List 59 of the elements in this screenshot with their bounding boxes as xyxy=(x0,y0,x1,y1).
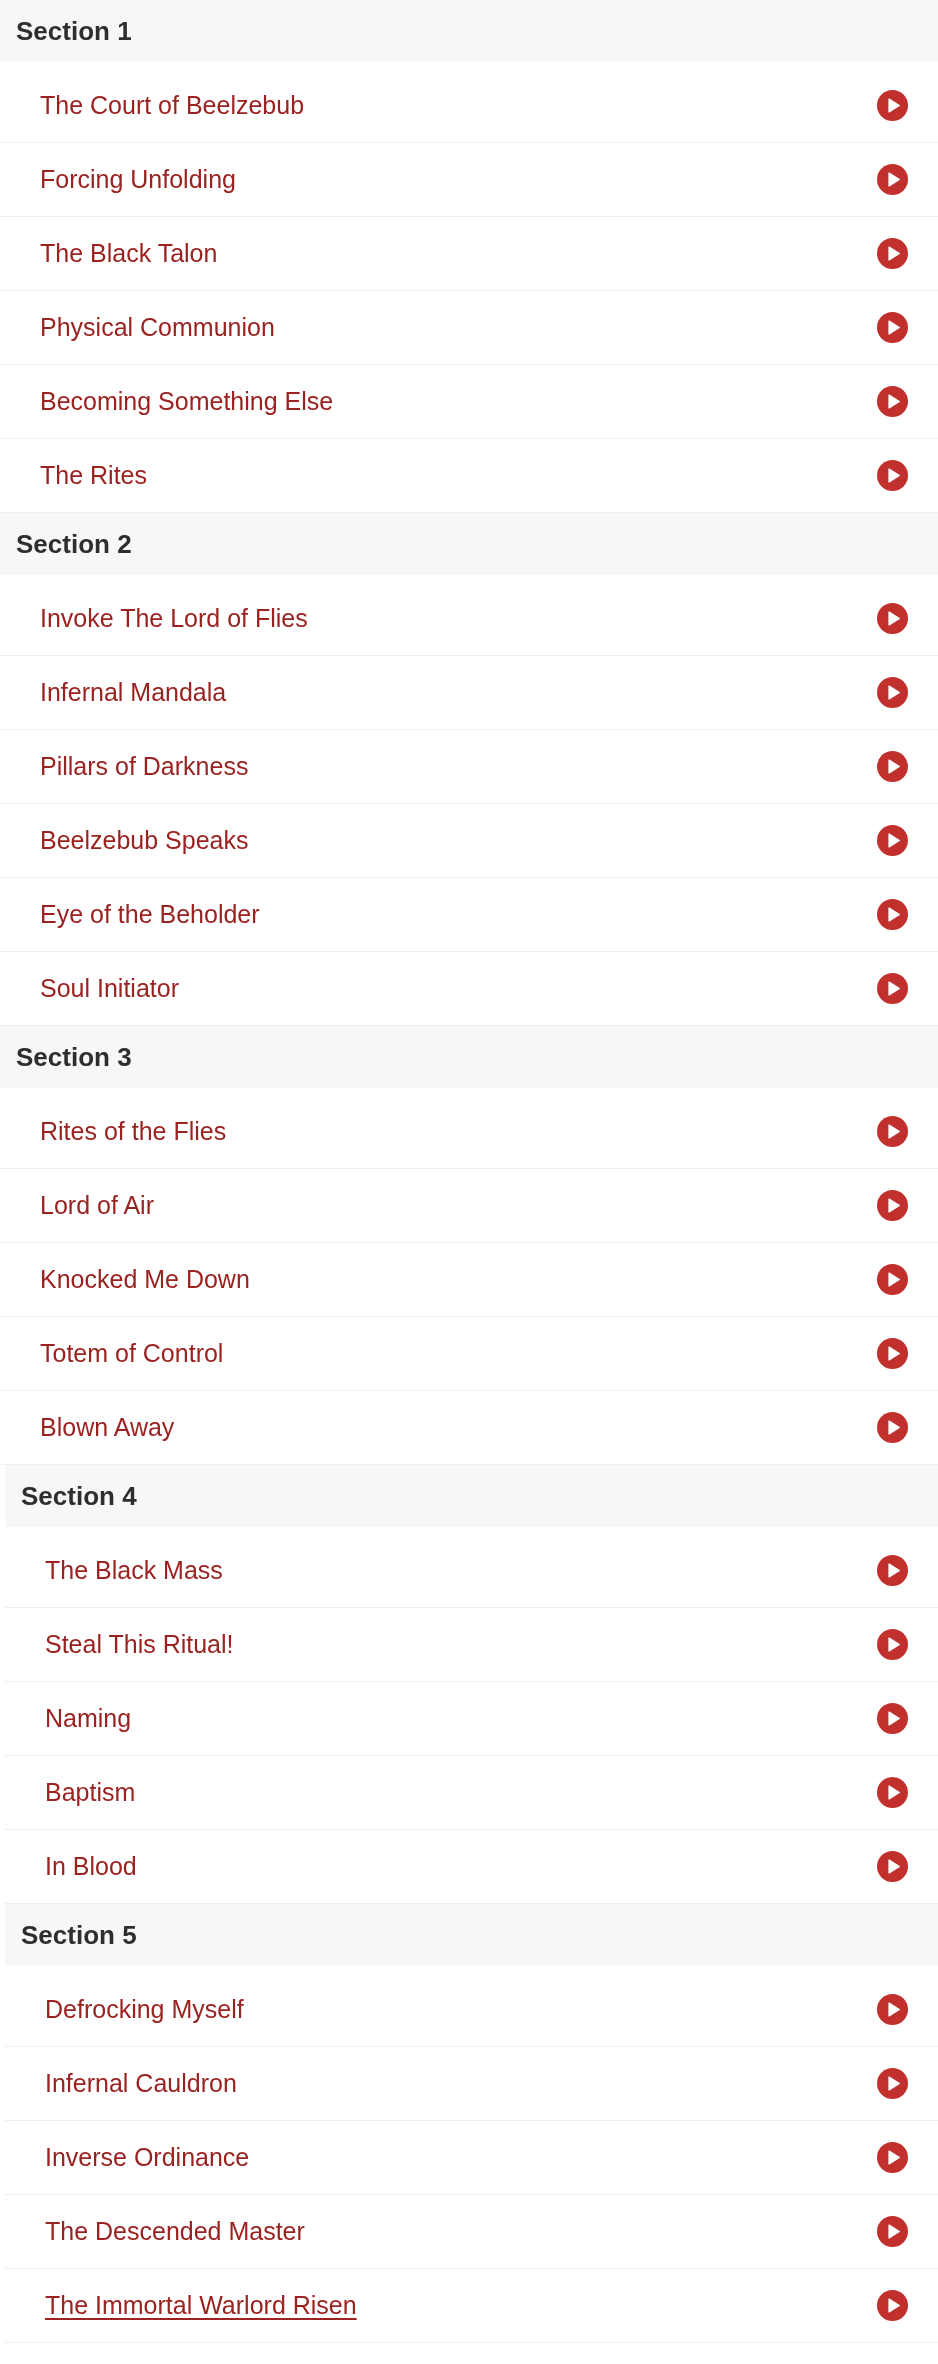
track-link[interactable]: Soul Initiator xyxy=(40,974,179,1003)
track-link[interactable]: Totem of Control xyxy=(40,1339,224,1368)
play-icon[interactable] xyxy=(877,2068,908,2099)
play-icon[interactable] xyxy=(877,312,908,343)
play-icon[interactable] xyxy=(877,973,908,1004)
track-link[interactable]: Rites of the Flies xyxy=(40,1117,227,1146)
track-link[interactable]: Infernal Cauldron xyxy=(45,2069,237,2098)
section-header: Section 4 xyxy=(5,1465,938,1527)
track-link[interactable]: Lord of Air xyxy=(40,1191,154,1220)
track-link[interactable]: Blown Away xyxy=(40,1413,175,1442)
track-link[interactable]: The Rites xyxy=(40,461,147,490)
play-icon[interactable] xyxy=(877,1338,908,1369)
play-icon[interactable] xyxy=(877,677,908,708)
play-icon[interactable] xyxy=(877,90,908,121)
track-link[interactable]: Infernal Mandala xyxy=(40,678,227,707)
track-link[interactable]: Defrocking Myself xyxy=(45,1995,244,2024)
play-icon[interactable] xyxy=(877,386,908,417)
track-link[interactable]: The Immortal Warlord Risen xyxy=(45,2291,357,2320)
track-link[interactable]: Forcing Unfolding xyxy=(40,165,236,194)
track-link[interactable]: Beelzebub Speaks xyxy=(40,826,249,855)
section-header: Section 2 xyxy=(0,513,938,575)
play-icon[interactable] xyxy=(877,2290,908,2321)
play-icon[interactable] xyxy=(877,238,908,269)
play-icon[interactable] xyxy=(877,2142,908,2173)
play-icon[interactable] xyxy=(877,1851,908,1882)
track-link[interactable]: Pillars of Darkness xyxy=(40,752,249,781)
play-icon[interactable] xyxy=(877,460,908,491)
section-header: Section 3 xyxy=(0,1026,938,1088)
play-icon[interactable] xyxy=(877,751,908,782)
track-link[interactable]: The Black Talon xyxy=(40,239,218,268)
play-icon[interactable] xyxy=(877,1264,908,1295)
track-link[interactable]: Baptism xyxy=(45,1778,136,1807)
track-link[interactable]: The Descended Master xyxy=(45,2217,305,2246)
play-icon[interactable] xyxy=(877,1629,908,1660)
track-link[interactable]: Invoke The Lord of Flies xyxy=(40,604,308,633)
play-icon[interactable] xyxy=(877,1777,908,1808)
track-link[interactable]: Eye of the Beholder xyxy=(40,900,260,929)
track-link[interactable]: Naming xyxy=(45,1704,132,1733)
play-icon[interactable] xyxy=(877,1994,908,2025)
track-link[interactable]: Knocked Me Down xyxy=(40,1265,250,1294)
track-link[interactable]: Inverse Ordinance xyxy=(45,2143,250,2172)
track-link[interactable]: Becoming Something Else xyxy=(40,387,334,416)
play-icon[interactable] xyxy=(877,1555,908,1586)
play-icon[interactable] xyxy=(877,825,908,856)
track-link[interactable]: The Court of Beelzebub xyxy=(40,91,305,120)
play-icon[interactable] xyxy=(877,1116,908,1147)
section-header: Section 1 xyxy=(0,0,938,62)
track-link[interactable]: In Blood xyxy=(45,1852,137,1881)
track-link[interactable]: Physical Communion xyxy=(40,313,275,342)
play-icon[interactable] xyxy=(877,1703,908,1734)
track-link[interactable]: Steal This Ritual! xyxy=(45,1630,234,1659)
track-link[interactable]: The Black Mass xyxy=(45,1556,223,1585)
play-icon[interactable] xyxy=(877,2216,908,2247)
section-header: Section 5 xyxy=(5,1904,938,1966)
play-icon[interactable] xyxy=(877,164,908,195)
play-icon[interactable] xyxy=(877,603,908,634)
play-icon[interactable] xyxy=(877,899,908,930)
play-icon[interactable] xyxy=(877,1190,908,1221)
play-icon[interactable] xyxy=(877,1412,908,1443)
